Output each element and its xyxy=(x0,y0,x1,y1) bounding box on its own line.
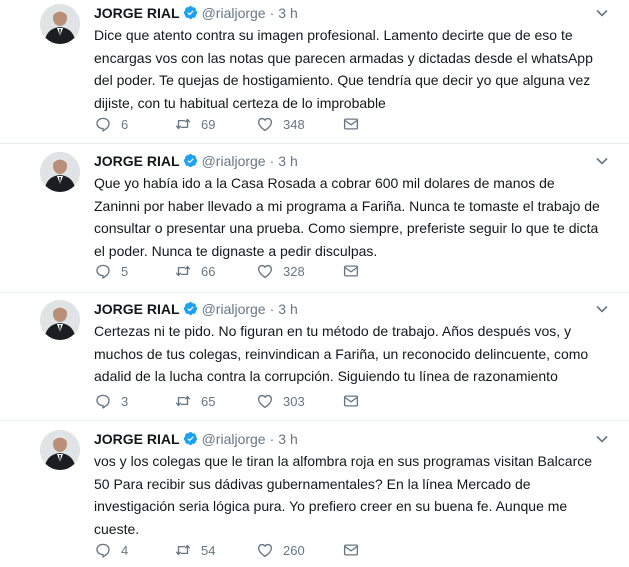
retweet-icon xyxy=(175,265,191,277)
author-handle[interactable]: @rialjorge xyxy=(202,5,266,21)
tweet[interactable]: JORGE RIAL @rialjorge · 3 h Certezas ni te … xyxy=(0,300,629,412)
retweet-count: 66 xyxy=(201,263,216,279)
author-name[interactable]: JORGE RIAL xyxy=(94,5,180,21)
like-button[interactable]: 303 xyxy=(256,392,342,410)
reply-count: 5 xyxy=(121,263,129,279)
reply-icon xyxy=(96,394,110,409)
reply-count: 4 xyxy=(121,542,129,558)
tweet-text: Dice que atento contra su imagen profesi… xyxy=(94,27,593,111)
chevron-down-icon[interactable] xyxy=(595,6,609,20)
author-handle[interactable]: @rialjorge xyxy=(202,153,266,169)
direct-message-button[interactable] xyxy=(342,392,360,410)
like-button[interactable]: 260 xyxy=(256,541,342,559)
reply-button[interactable]: 6 xyxy=(94,115,174,133)
avatar[interactable] xyxy=(40,4,80,44)
retweet-button[interactable]: 54 xyxy=(174,541,256,559)
avatar[interactable] xyxy=(40,430,80,470)
chevron-down-icon[interactable] xyxy=(595,432,609,446)
timestamp[interactable]: 3 h xyxy=(278,5,297,21)
tweet-header: JORGE RIAL @rialjorge · 3 h xyxy=(94,4,298,22)
timestamp[interactable]: 3 h xyxy=(278,301,297,317)
avatar[interactable] xyxy=(40,152,80,192)
heart-icon xyxy=(257,543,273,558)
retweet-count: 54 xyxy=(201,542,216,558)
tweet-actions: 3 65 303 xyxy=(94,392,360,410)
retweet-button[interactable]: 69 xyxy=(174,115,256,133)
like-button[interactable]: 348 xyxy=(256,115,342,133)
envelope-icon xyxy=(343,544,359,556)
tweet[interactable]: JORGE RIAL @rialjorge · 3 h Que yo había id… xyxy=(0,152,629,286)
reply-count: 6 xyxy=(121,116,129,132)
like-button[interactable]: 328 xyxy=(256,262,342,280)
tweet-actions: 6 69 348 xyxy=(94,115,360,133)
tweet-actions: 4 54 260 xyxy=(94,541,360,559)
chevron-down-icon[interactable] xyxy=(595,154,609,168)
like-count: 348 xyxy=(283,116,305,132)
envelope-icon xyxy=(343,265,359,277)
tweet-header: JORGE RIAL @rialjorge · 3 h xyxy=(94,430,298,448)
reply-count: 3 xyxy=(121,393,129,409)
retweet-icon xyxy=(175,395,191,407)
author-name[interactable]: JORGE RIAL xyxy=(94,431,180,447)
author-handle[interactable]: @rialjorge xyxy=(202,301,266,317)
direct-message-button[interactable] xyxy=(342,115,360,133)
author-name[interactable]: JORGE RIAL xyxy=(94,301,180,317)
retweet-button[interactable]: 66 xyxy=(174,262,256,280)
divider xyxy=(0,143,629,144)
chevron-down-icon[interactable] xyxy=(595,302,609,316)
like-count: 328 xyxy=(283,263,305,279)
verified-badge-icon xyxy=(183,301,197,316)
reply-button[interactable]: 3 xyxy=(94,392,174,410)
tweet-header: JORGE RIAL @rialjorge · 3 h xyxy=(94,152,298,170)
reply-button[interactable]: 5 xyxy=(94,262,174,280)
heart-icon xyxy=(257,394,273,409)
envelope-icon xyxy=(343,395,359,407)
verified-badge-icon xyxy=(183,153,197,168)
reply-icon xyxy=(96,117,110,132)
separator-dot: · xyxy=(269,431,275,447)
like-count: 303 xyxy=(283,393,305,409)
verified-badge-icon xyxy=(183,5,197,20)
separator-dot: · xyxy=(269,5,275,21)
direct-message-button[interactable] xyxy=(342,262,360,280)
divider xyxy=(0,420,629,421)
retweet-icon xyxy=(175,544,191,556)
direct-message-button[interactable] xyxy=(342,541,360,559)
retweet-icon xyxy=(175,118,191,130)
retweet-button[interactable]: 65 xyxy=(174,392,256,410)
retweet-count: 69 xyxy=(201,116,216,132)
tweet-text: Certezas ni te pido. No figuran en tu mé… xyxy=(94,323,589,384)
separator-dot: · xyxy=(269,301,275,317)
tweet-actions: 5 66 328 xyxy=(94,262,360,280)
tweet[interactable]: JORGE RIAL @rialjorge · 3 h vos y los coleg… xyxy=(0,430,629,564)
envelope-icon xyxy=(343,118,359,130)
reply-button[interactable]: 4 xyxy=(94,541,174,559)
reply-icon xyxy=(96,264,110,279)
timestamp[interactable]: 3 h xyxy=(278,153,297,169)
tweet[interactable]: JORGE RIAL @rialjorge · 3 h Dice que atento… xyxy=(0,4,629,138)
author-name[interactable]: JORGE RIAL xyxy=(94,153,180,169)
avatar[interactable] xyxy=(40,300,80,340)
timestamp[interactable]: 3 h xyxy=(278,431,297,447)
separator-dot: · xyxy=(269,153,275,169)
tweet-text: Que yo había ido a la Casa Rosada a cobr… xyxy=(94,175,600,259)
author-handle[interactable]: @rialjorge xyxy=(202,431,266,447)
tweet-header: JORGE RIAL @rialjorge · 3 h xyxy=(94,300,298,318)
verified-badge-icon xyxy=(183,431,197,446)
like-count: 260 xyxy=(283,542,305,558)
heart-icon xyxy=(257,264,273,279)
divider xyxy=(0,292,629,293)
tweet-text: vos y los colegas que le tiran la alfomb… xyxy=(94,453,593,537)
heart-icon xyxy=(257,117,273,132)
retweet-count: 65 xyxy=(201,393,216,409)
reply-icon xyxy=(96,543,110,558)
